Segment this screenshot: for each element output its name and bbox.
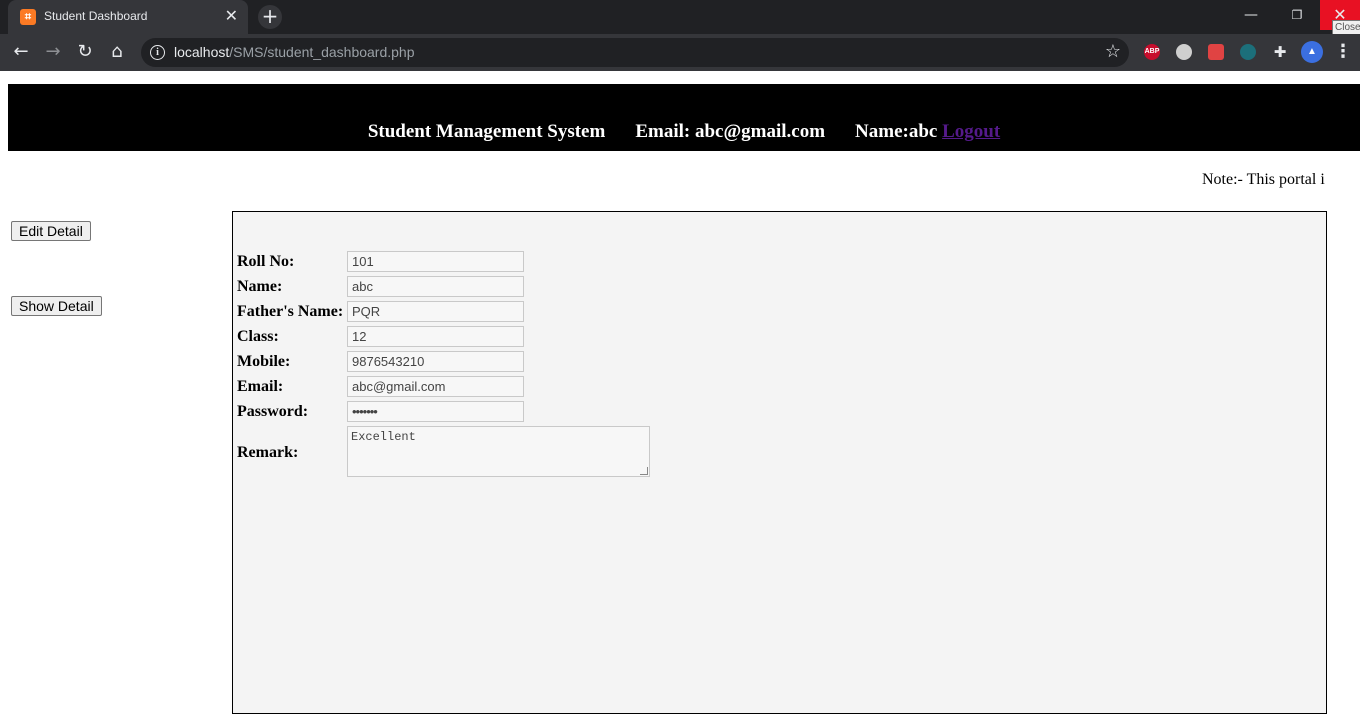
father-name-field[interactable]: PQR — [347, 301, 524, 322]
roll-no-field[interactable]: 101 — [347, 251, 524, 272]
mobile-field[interactable]: 9876543210 — [347, 351, 524, 372]
father-name-label: Father's Name: — [237, 303, 344, 320]
extension-circle-icon[interactable] — [1176, 44, 1192, 60]
user-email: Email: abc@gmail.com — [635, 121, 826, 142]
header-line: Student Management System Email: abc@gmai… — [8, 121, 1360, 143]
user-name: Name:abc — [855, 121, 938, 142]
mobile-label: Mobile: — [237, 353, 291, 370]
browser-tab-strip: ⌗ Student Dashboard ✕ + — ❐ ✕ Close — [0, 0, 1360, 36]
browser-tab[interactable]: ⌗ Student Dashboard ✕ — [8, 0, 248, 34]
name-field[interactable]: abc — [347, 276, 524, 297]
textarea-resize-handle[interactable] — [640, 467, 648, 475]
back-arrow-icon[interactable]: ← — [9, 40, 33, 64]
site-info-icon[interactable]: i — [150, 45, 165, 60]
window-minimize-button[interactable]: — — [1228, 0, 1274, 30]
new-tab-button[interactable]: + — [258, 5, 282, 29]
profile-avatar[interactable]: ▲ — [1301, 41, 1323, 63]
xampp-favicon-icon: ⌗ — [20, 9, 36, 25]
adblock-plus-icon[interactable]: ABP — [1144, 44, 1160, 60]
site-title: Student Management System — [367, 121, 606, 142]
reload-icon[interactable]: ↻ — [73, 40, 97, 64]
roll-no-label: Roll No: — [237, 253, 295, 270]
remark-label: Remark: — [237, 444, 299, 461]
extensions-puzzle-icon[interactable]: ✚ — [1271, 40, 1289, 64]
browser-menu-icon[interactable]: ⋮ — [1334, 40, 1352, 64]
email-field[interactable]: abc@gmail.com — [347, 376, 524, 397]
name-label: Name: — [237, 278, 283, 295]
tab-close-icon[interactable]: ✕ — [225, 8, 238, 24]
student-detail-panel: Roll No: 101 Name: abc Father's Name: PQ… — [232, 211, 1327, 714]
forward-arrow-icon[interactable]: → — [41, 40, 65, 64]
window-restore-button[interactable]: ❐ — [1274, 0, 1320, 30]
url-text[interactable]: localhost/SMS/student_dashboard.php — [174, 44, 415, 60]
logout-link[interactable]: Logout — [942, 121, 1000, 142]
remark-text: Excellent — [351, 430, 416, 444]
page-header: Student Management System Email: abc@gmai… — [8, 84, 1360, 151]
class-label: Class: — [237, 328, 279, 345]
url-path: /SMS/student_dashboard.php — [229, 44, 415, 60]
password-label: Password: — [237, 403, 309, 420]
edit-detail-button[interactable]: Edit Detail — [11, 221, 91, 241]
address-bar[interactable]: i localhost/SMS/student_dashboard.php ☆ — [141, 38, 1129, 67]
email-label: Email: — [237, 378, 284, 395]
extension-ring-icon[interactable] — [1240, 44, 1256, 60]
remark-textarea[interactable]: Excellent — [347, 426, 650, 477]
url-host: localhost — [174, 44, 230, 60]
class-field[interactable]: 12 — [347, 326, 524, 347]
show-detail-button[interactable]: Show Detail — [11, 296, 102, 316]
bookmark-star-icon[interactable]: ☆ — [1105, 41, 1121, 62]
browser-toolbar: ← → ↻ ⌂ i localhost/SMS/student_dashboar… — [0, 34, 1360, 71]
extension-video-icon[interactable] — [1208, 44, 1224, 60]
marquee-note: Note:- This portal i — [1202, 171, 1325, 188]
password-field[interactable]: ••••••• — [347, 401, 524, 422]
tab-title: Student Dashboard — [44, 9, 148, 23]
home-icon[interactable]: ⌂ — [105, 40, 129, 64]
